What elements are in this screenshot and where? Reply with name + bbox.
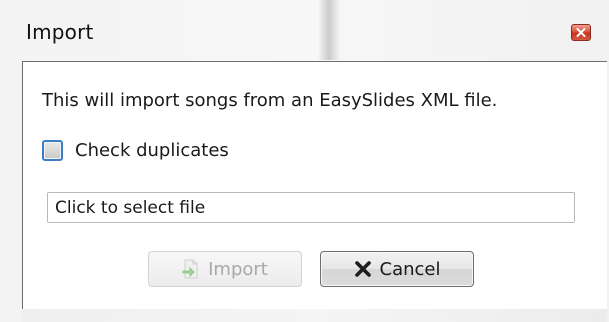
check-duplicates-row[interactable]: Check duplicates — [42, 140, 229, 161]
check-duplicates-checkbox[interactable] — [42, 140, 63, 161]
cancel-button-label: Cancel — [379, 258, 441, 280]
import-window: Import This will import songs from an Ea… — [0, 0, 609, 322]
import-button[interactable]: Import — [148, 251, 302, 287]
window-close-button[interactable] — [571, 24, 591, 41]
check-duplicates-label[interactable]: Check duplicates — [75, 140, 229, 161]
title-bar[interactable]: Import — [0, 0, 609, 60]
import-button-label: Import — [208, 258, 268, 280]
dialog-content: This will import songs from an EasySlide… — [22, 61, 607, 322]
import-icon — [182, 259, 200, 279]
window-title: Import — [26, 20, 94, 44]
close-icon — [576, 28, 586, 37]
file-select-field[interactable] — [47, 192, 575, 223]
bottom-strip — [22, 309, 607, 322]
cancel-button[interactable]: Cancel — [320, 251, 474, 287]
close-x-icon — [354, 260, 372, 278]
description-text: This will import songs from an EasySlide… — [42, 90, 498, 111]
